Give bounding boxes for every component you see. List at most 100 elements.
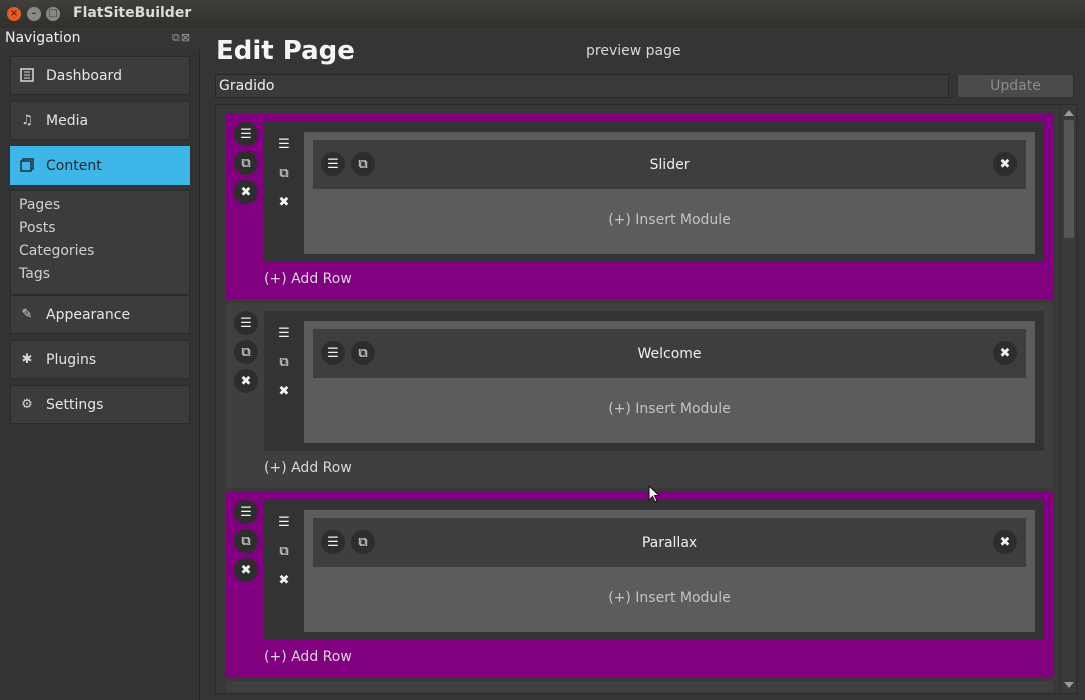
section-menu-icon[interactable]: ☰ bbox=[234, 122, 258, 146]
appearance-icon: ✎ bbox=[21, 306, 33, 322]
section-copy-icon[interactable]: ⧉ bbox=[234, 151, 258, 175]
nav-item-plugins[interactable]: ✱ Plugins bbox=[10, 340, 190, 379]
add-row-link[interactable]: (+) Add Row bbox=[264, 460, 352, 476]
row-close-icon[interactable]: ✖ bbox=[272, 568, 296, 592]
module-close: ✖ bbox=[993, 530, 1017, 554]
nav-item-settings[interactable]: ⚙ Settings bbox=[10, 385, 190, 424]
submenu-item-posts[interactable]: Posts bbox=[19, 220, 56, 236]
editor-scrollbar[interactable] bbox=[1060, 105, 1076, 693]
module-menu-icon[interactable]: ☰ bbox=[321, 152, 345, 176]
module-copy-icon[interactable]: ⧉ bbox=[351, 530, 375, 554]
nav-item-label: Content bbox=[46, 157, 102, 174]
row: ☰ ⧉ ✖ Parallax ☰ ⧉ ✖ (+) Insert Module bbox=[264, 500, 1044, 640]
nav-item-dashboard[interactable]: Dashboard bbox=[10, 56, 190, 95]
column: Parallax ☰ ⧉ ✖ (+) Insert Module bbox=[304, 510, 1035, 632]
window-minimize-button[interactable]: – bbox=[27, 7, 41, 21]
module-slider[interactable]: Slider ☰ ⧉ ✖ bbox=[313, 140, 1026, 189]
module-toolbar: ☰ ⧉ bbox=[321, 152, 381, 176]
scroll-down-icon[interactable] bbox=[1064, 682, 1074, 688]
row-menu-icon[interactable]: ☰ bbox=[272, 510, 296, 534]
module-close-icon[interactable]: ✖ bbox=[993, 530, 1017, 554]
nav-item-label: Dashboard bbox=[46, 67, 122, 84]
insert-module-link[interactable]: (+) Insert Module bbox=[304, 401, 1035, 417]
row-copy-icon[interactable]: ⧉ bbox=[272, 161, 296, 185]
content-icon bbox=[19, 157, 35, 174]
section-toolbar: ☰ ⧉ ✖ bbox=[234, 122, 260, 209]
section-welcome: ☰ ⧉ ✖ ☰ ⧉ ✖ Welcome ☰ ⧉ ✖ (+) Insert Mod… bbox=[226, 303, 1053, 488]
module-welcome[interactable]: Welcome ☰ ⧉ ✖ bbox=[313, 329, 1026, 378]
nav-item-label: Media bbox=[46, 112, 89, 129]
page-name-input[interactable] bbox=[215, 74, 949, 98]
preview-page-link[interactable]: preview page bbox=[586, 43, 681, 59]
page-title: Edit Page bbox=[216, 36, 355, 66]
section-slider: ☰ ⧉ ✖ ☰ ⧉ ✖ Slider ☰ ⧉ ✖ (+) Insert Modu… bbox=[226, 114, 1053, 299]
module-parallax[interactable]: Parallax ☰ ⧉ ✖ bbox=[313, 518, 1026, 567]
module-title: Slider bbox=[649, 156, 690, 173]
row: ☰ ⧉ ✖ Slider ☰ ⧉ ✖ (+) Insert Module bbox=[264, 122, 1044, 262]
section-parallax: ☰ ⧉ ✖ ☰ ⧉ ✖ Parallax ☰ ⧉ ✖ (+) Insert Mo… bbox=[226, 492, 1053, 677]
window-close-button[interactable]: × bbox=[7, 7, 21, 21]
nav-item-label: Appearance bbox=[46, 306, 131, 323]
module-toolbar: ☰ ⧉ bbox=[321, 341, 381, 365]
row-menu-icon[interactable]: ☰ bbox=[272, 132, 296, 156]
add-row-link[interactable]: (+) Add Row bbox=[264, 271, 352, 287]
insert-module-link[interactable]: (+) Insert Module bbox=[304, 212, 1035, 228]
row-close-icon[interactable]: ✖ bbox=[272, 190, 296, 214]
section-close-icon[interactable]: ✖ bbox=[234, 180, 258, 204]
module-close: ✖ bbox=[993, 152, 1017, 176]
module-title: Welcome bbox=[637, 345, 702, 362]
section-toolbar: ☰ ⧉ ✖ bbox=[234, 311, 260, 398]
dock-float-icon[interactable]: ⧉ bbox=[172, 31, 181, 44]
submenu-item-categories[interactable]: Categories bbox=[19, 243, 94, 259]
navigation-title: Navigation bbox=[5, 30, 81, 46]
navigation-dock-header: Navigation ⧉⊠ bbox=[0, 28, 200, 49]
module-close-icon[interactable]: ✖ bbox=[993, 341, 1017, 365]
row-copy-icon[interactable]: ⧉ bbox=[272, 350, 296, 374]
settings-icon: ⚙ bbox=[21, 396, 33, 412]
module-menu-icon[interactable]: ☰ bbox=[321, 530, 345, 554]
section-menu-icon[interactable]: ☰ bbox=[234, 311, 258, 335]
scroll-up-icon[interactable] bbox=[1064, 110, 1074, 116]
page-editor-canvas: ☰ ⧉ ✖ ☰ ⧉ ✖ Slider ☰ ⧉ ✖ (+) Insert Modu… bbox=[215, 104, 1077, 694]
submenu-item-pages[interactable]: Pages bbox=[19, 197, 60, 213]
module-close-icon[interactable]: ✖ bbox=[993, 152, 1017, 176]
row-toolbar: ☰ ⧉ ✖ bbox=[272, 510, 296, 597]
module-menu-icon[interactable]: ☰ bbox=[321, 341, 345, 365]
nav-item-appearance[interactable]: ✎ Appearance bbox=[10, 295, 190, 334]
section-menu-icon[interactable]: ☰ bbox=[234, 500, 258, 524]
insert-module-link[interactable]: (+) Insert Module bbox=[304, 590, 1035, 606]
row-menu-icon[interactable]: ☰ bbox=[272, 321, 296, 345]
section-copy-icon[interactable]: ⧉ bbox=[234, 529, 258, 553]
submenu-item-tags[interactable]: Tags bbox=[19, 266, 50, 282]
section-copy-icon[interactable]: ⧉ bbox=[234, 340, 258, 364]
row-toolbar: ☰ ⧉ ✖ bbox=[272, 132, 296, 219]
module-title: Parallax bbox=[641, 534, 698, 551]
column: Slider ☰ ⧉ ✖ (+) Insert Module bbox=[304, 132, 1035, 254]
dock-controls: ⧉⊠ bbox=[172, 31, 191, 45]
scrollbar-thumb[interactable] bbox=[1064, 120, 1074, 238]
row-copy-icon[interactable]: ⧉ bbox=[272, 539, 296, 563]
window-title: FlatSiteBuilder bbox=[73, 5, 192, 21]
navigation-panel: Dashboard ♫ Media Content Pages Posts Ca… bbox=[0, 50, 200, 700]
add-row-link[interactable]: (+) Add Row bbox=[264, 649, 352, 665]
row: ☰ ⧉ ✖ Welcome ☰ ⧉ ✖ (+) Insert Module bbox=[264, 311, 1044, 451]
plugins-icon: ✱ bbox=[21, 351, 33, 367]
module-close: ✖ bbox=[993, 341, 1017, 365]
window-titlebar: × – □ FlatSiteBuilder bbox=[0, 0, 1085, 28]
module-toolbar: ☰ ⧉ bbox=[321, 530, 381, 554]
section-toolbar: ☰ ⧉ ✖ bbox=[234, 500, 260, 587]
update-button[interactable]: Update bbox=[957, 74, 1074, 98]
module-copy-icon[interactable]: ⧉ bbox=[351, 341, 375, 365]
content-submenu: Pages Posts Categories Tags bbox=[10, 190, 190, 295]
module-copy-icon[interactable]: ⧉ bbox=[351, 152, 375, 176]
nav-item-media[interactable]: ♫ Media bbox=[10, 101, 190, 140]
nav-item-content[interactable]: Content bbox=[10, 146, 190, 185]
nav-item-label: Settings bbox=[46, 396, 104, 413]
dock-close-icon[interactable]: ⊠ bbox=[181, 31, 191, 44]
section-next bbox=[226, 681, 1053, 693]
media-icon: ♫ bbox=[21, 112, 33, 128]
section-close-icon[interactable]: ✖ bbox=[234, 558, 258, 582]
row-close-icon[interactable]: ✖ bbox=[272, 379, 296, 403]
section-close-icon[interactable]: ✖ bbox=[234, 369, 258, 393]
window-maximize-button[interactable]: □ bbox=[46, 7, 60, 21]
